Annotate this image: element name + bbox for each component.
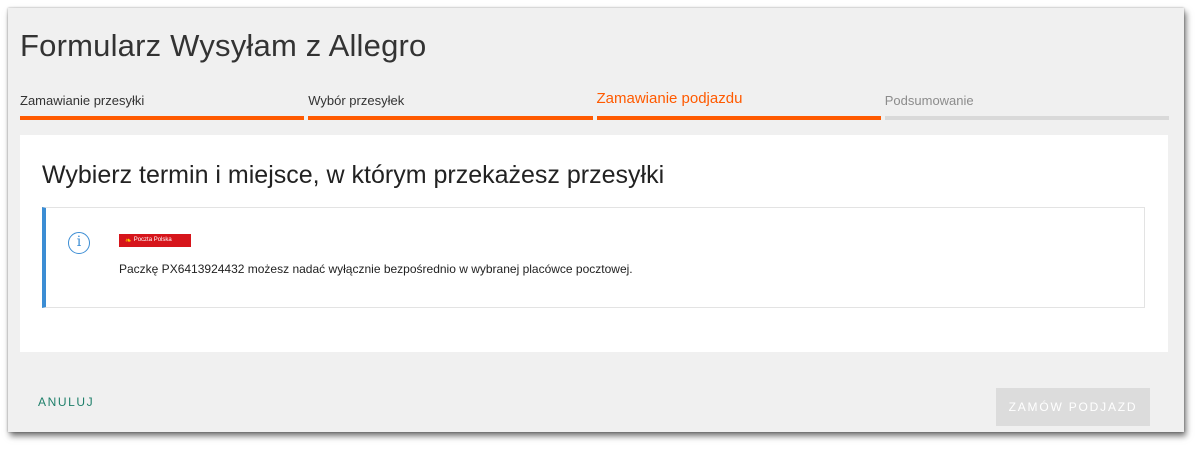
step-progress-bar	[308, 116, 593, 120]
page-title: Formularz Wysyłam z Allegro	[20, 28, 427, 63]
post-horn-icon: ❧	[125, 236, 132, 245]
step-label: Zamawianie przesyłki	[20, 93, 145, 108]
step-label: Zamawianie podjazdu	[596, 90, 743, 107]
step-progress-bar	[596, 116, 881, 120]
step-progress-bar	[20, 116, 305, 120]
form-window: Formularz Wysyłam z Allegro Zamawianie p…	[8, 8, 1184, 432]
carrier-logo-text: Poczta Polska	[133, 237, 172, 243]
info-alert: i ❧ Poczta Polska Paczkę PX6413924432 mo…	[42, 207, 1145, 308]
main-card: Wybierz termin i miejsce, w którym przek…	[20, 135, 1168, 352]
poczta-polska-logo: ❧ Poczta Polska	[119, 234, 191, 247]
stepper: Zamawianie przesyłki Wybór przesyłek Zam…	[20, 90, 1169, 120]
cancel-button[interactable]: ANULUJ	[38, 395, 94, 409]
step-label: Podsumowanie	[884, 93, 974, 108]
info-icon: i	[68, 232, 90, 254]
info-message: Paczkę PX6413924432 możesz nadać wyłączn…	[119, 262, 633, 276]
step-order-pickup: Zamawianie podjazdu	[596, 90, 881, 120]
step-summary: Podsumowanie	[884, 90, 1169, 120]
step-order-shipment: Zamawianie przesyłki	[20, 90, 305, 120]
order-pickup-button[interactable]: ZAMÓW PODJAZD	[996, 388, 1150, 426]
step-select-shipments: Wybór przesyłek	[308, 90, 593, 120]
step-label: Wybór przesyłek	[308, 93, 405, 108]
step-progress-bar	[884, 116, 1169, 120]
section-heading: Wybierz termin i miejsce, w którym przek…	[42, 161, 665, 189]
